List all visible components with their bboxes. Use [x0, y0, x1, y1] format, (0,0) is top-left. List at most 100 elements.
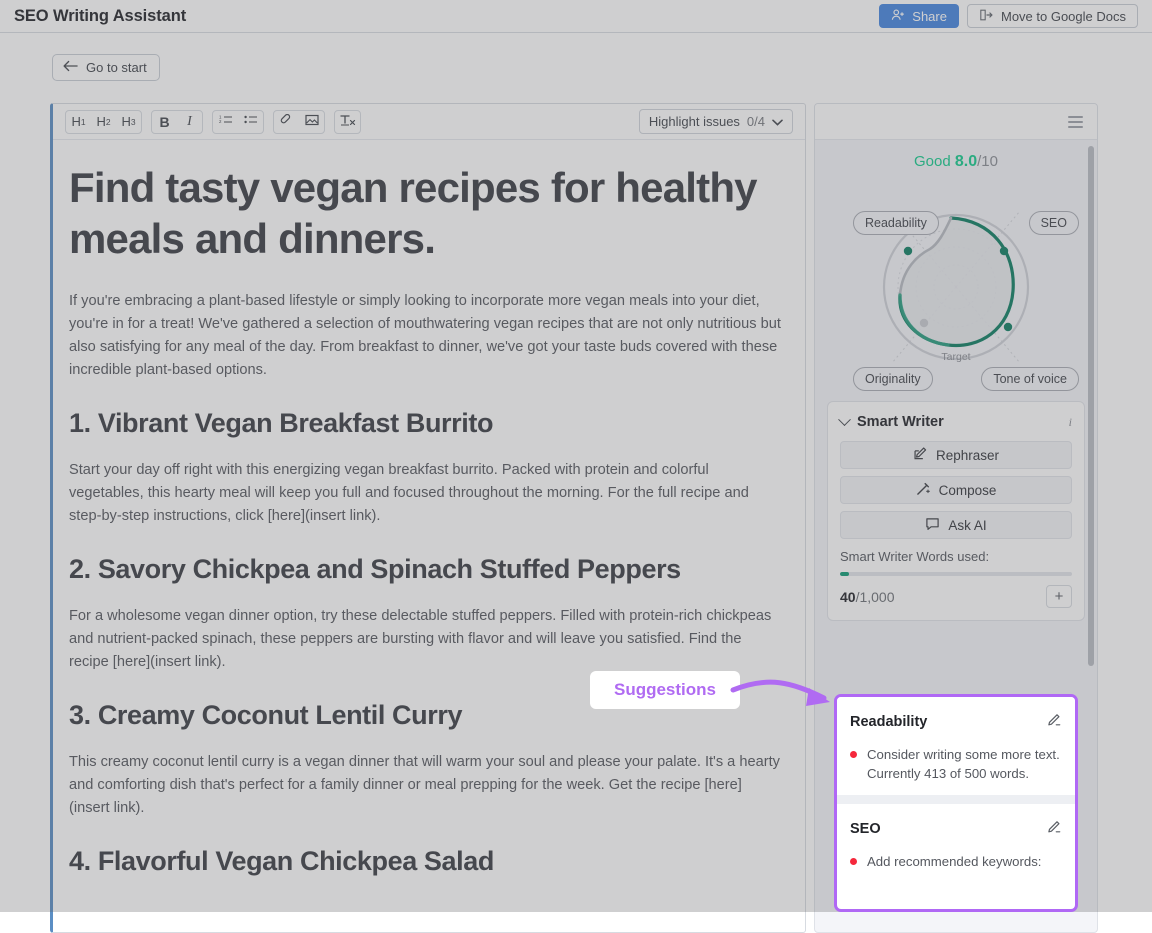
document-title: Find tasty vegan recipes for healthy mea… — [69, 162, 781, 264]
heading-3-button[interactable]: H3 — [116, 111, 141, 133]
person-add-icon — [891, 8, 905, 25]
link-icon — [280, 114, 294, 130]
clear-format-button[interactable] — [335, 111, 360, 133]
document-paragraph-2: For a wholesome vegan dinner option, try… — [69, 605, 781, 674]
heading-tool-group: H1 H2 H3 — [65, 110, 142, 134]
share-button-label: Share — [912, 9, 947, 24]
score-out-of: /10 — [977, 153, 998, 170]
suggestion-readability-header: Readability — [850, 711, 1062, 732]
edit-pencil-icon[interactable] — [1046, 818, 1062, 839]
document-heading-1: 1. Vibrant Vegan Breakfast Burrito — [69, 404, 781, 443]
suggestion-item: Add recommended keywords: — [850, 852, 1062, 871]
highlight-issues-label: Highlight issues — [649, 114, 740, 129]
chevron-down-icon — [772, 114, 783, 129]
go-to-start-label: Go to start — [86, 60, 147, 75]
suggestions-divider — [837, 795, 1075, 804]
arrow-left-icon — [63, 60, 78, 75]
smart-writer-header: Smart Writer i — [840, 414, 1072, 430]
list-tool-group: 1 2 — [212, 110, 264, 134]
smart-writer-progress-bar — [840, 572, 1072, 576]
document-paragraph-3: This creamy coconut lentil curry is a ve… — [69, 751, 781, 820]
overall-score: Good 8.0/10 — [827, 153, 1085, 171]
suggestions-callout-label: Suggestions — [590, 671, 740, 709]
ask-ai-label: Ask AI — [948, 518, 986, 533]
pencil-square-icon — [913, 446, 928, 464]
editor-panel: H1 H2 H3 B I 1 2 — [50, 103, 806, 933]
metric-pill-seo[interactable]: SEO — [1029, 211, 1079, 235]
right-panel-scrollbar[interactable] — [1088, 146, 1094, 666]
editor-toolbar: H1 H2 H3 B I 1 2 — [53, 104, 805, 140]
text-style-tool-group: B I — [151, 110, 203, 134]
radar-point-tone — [1004, 323, 1012, 331]
document-intro-paragraph: If you're embracing a plant-based lifest… — [69, 290, 781, 382]
radar-point-originality — [920, 319, 928, 327]
ask-ai-button[interactable]: Ask AI — [840, 511, 1072, 539]
highlight-issues-count: 0/4 — [747, 114, 765, 129]
sub-bar: Go to start — [0, 34, 1152, 100]
go-to-start-button[interactable]: Go to start — [52, 54, 160, 81]
chat-bubble-icon — [925, 517, 940, 534]
document-heading-4: 4. Flavorful Vegan Chickpea Salad — [69, 842, 781, 881]
italic-button[interactable]: I — [177, 111, 202, 133]
heading-2-button[interactable]: H2 — [91, 111, 116, 133]
ordered-list-icon: 1 2 — [219, 114, 233, 129]
suggestion-readability-text: Consider writing some more text. Current… — [867, 745, 1062, 783]
score-value: 8.0 — [955, 153, 977, 170]
link-button[interactable] — [274, 111, 299, 133]
radar-point-seo — [1000, 247, 1008, 255]
metric-pill-tone-of-voice[interactable]: Tone of voice — [981, 367, 1079, 391]
app-title: SEO Writing Assistant — [14, 7, 186, 26]
info-icon[interactable]: i — [1069, 415, 1072, 430]
add-words-button[interactable]: + — [1046, 585, 1072, 608]
score-radar-chart: Target Readability SEO Originality Tone … — [827, 177, 1085, 395]
suggestion-section-seo: SEO Add recommended keywords: — [837, 804, 1075, 883]
compose-button[interactable]: Compose — [840, 476, 1072, 504]
smart-writer-count: 40/1,000 — [840, 589, 895, 605]
document-body[interactable]: Find tasty vegan recipes for healthy mea… — [53, 140, 805, 933]
edit-pencil-icon[interactable] — [1046, 711, 1062, 732]
image-button[interactable] — [299, 111, 324, 133]
smart-writer-words-label: Smart Writer Words used: — [840, 549, 1072, 564]
magic-wand-icon — [916, 481, 931, 499]
svg-text:2: 2 — [219, 119, 222, 124]
bullet-list-button[interactable] — [238, 111, 263, 133]
suggestions-callout-arrow — [730, 660, 845, 720]
suggestion-item: Consider writing some more text. Current… — [850, 745, 1062, 783]
compose-label: Compose — [939, 483, 997, 498]
document-paragraph-1: Start your day off right with this energ… — [69, 459, 781, 528]
smart-writer-used: 40 — [840, 589, 856, 605]
rephraser-button[interactable]: Rephraser — [840, 441, 1072, 469]
ordered-list-button[interactable]: 1 2 — [213, 111, 238, 133]
radar-point-readability — [904, 247, 912, 255]
smart-writer-limit: /1,000 — [856, 589, 895, 605]
move-to-google-docs-button[interactable]: Move to Google Docs — [967, 4, 1138, 28]
app-bar-actions: Share Move to Google Docs — [879, 4, 1138, 28]
suggestions-panel: Readability Consider writing some more t… — [834, 694, 1078, 912]
suggestion-section-readability: Readability Consider writing some more t… — [837, 697, 1075, 795]
image-icon — [305, 114, 319, 129]
clear-format-tool-group — [334, 110, 361, 134]
bold-button[interactable]: B — [152, 111, 177, 133]
smart-writer-count-row: 40/1,000 + — [840, 585, 1072, 608]
hamburger-menu-icon[interactable] — [1068, 116, 1083, 128]
suggestion-readability-title: Readability — [850, 714, 927, 730]
smart-writer-progress-fill — [840, 572, 849, 576]
status-dot-icon — [850, 751, 857, 758]
suggestion-seo-header: SEO — [850, 818, 1062, 839]
bullet-list-icon — [244, 114, 258, 129]
export-doc-icon — [979, 8, 994, 25]
smart-writer-title: Smart Writer — [857, 414, 944, 430]
clear-format-icon — [340, 114, 356, 130]
document-heading-2: 2. Savory Chickpea and Spinach Stuffed P… — [69, 550, 781, 589]
smart-writer-card: Smart Writer i Rephraser — [827, 401, 1085, 621]
score-rating: Good — [914, 153, 951, 170]
chevron-down-icon[interactable] — [838, 413, 851, 426]
metric-pill-originality[interactable]: Originality — [853, 367, 933, 391]
heading-1-button[interactable]: H1 — [66, 111, 91, 133]
right-panel-header — [815, 104, 1097, 140]
status-dot-icon — [850, 858, 857, 865]
highlight-issues-dropdown[interactable]: Highlight issues 0/4 — [639, 109, 793, 134]
share-button[interactable]: Share — [879, 4, 959, 28]
metric-pill-readability[interactable]: Readability — [853, 211, 939, 235]
app-bar: SEO Writing Assistant Share Move to Goog… — [0, 0, 1152, 33]
